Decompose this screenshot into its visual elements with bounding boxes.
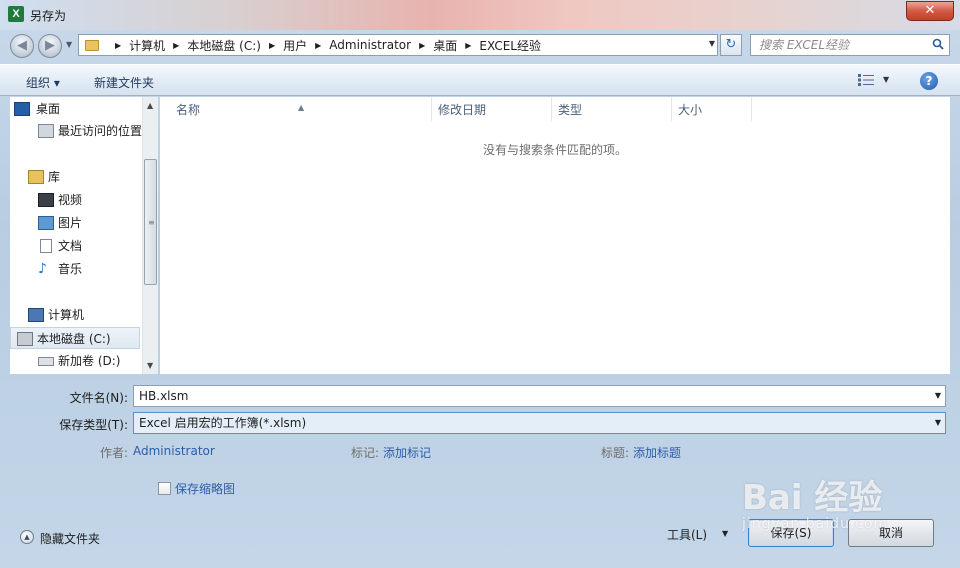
nav-item-pictures[interactable]: 图片 — [38, 212, 83, 234]
hide-folders-button[interactable]: 隐藏文件夹 — [40, 530, 100, 547]
breadcrumb-desktop[interactable]: 桌面 — [433, 37, 457, 54]
nav-item-music[interactable]: ♪ 音乐 — [38, 258, 83, 280]
view-options-icon[interactable] — [858, 74, 874, 86]
video-icon — [38, 193, 54, 207]
tools-button[interactable]: 工具(L) — [667, 526, 707, 543]
breadcrumb-users[interactable]: 用户 — [283, 37, 307, 54]
nav-item-label: 文档 — [58, 239, 83, 253]
filename-input[interactable]: HB.xlsm ▼ — [133, 385, 946, 407]
refresh-button[interactable]: ↻ — [720, 34, 742, 56]
grip-icon: ≡ — [148, 218, 155, 227]
chevron-right-icon[interactable]: ▶ — [315, 41, 321, 50]
nav-item-drive-d[interactable]: 新加卷 (D:) — [38, 350, 121, 372]
nav-item-label: 视频 — [58, 193, 83, 207]
chevron-right-icon[interactable]: ▶ — [115, 41, 121, 50]
nav-item-documents[interactable]: 文档 — [40, 235, 83, 257]
desktop-icon — [14, 102, 30, 116]
address-bar[interactable]: ▶ 计算机 ▶ 本地磁盘 (C:) ▶ 用户 ▶ Administrator ▶… — [78, 34, 718, 56]
help-icon[interactable]: ? — [920, 72, 938, 90]
nav-scrollbar[interactable]: ▲ ≡ ▼ — [142, 97, 158, 374]
drive-icon — [38, 357, 54, 366]
breadcrumb-computer[interactable]: 计算机 — [129, 37, 165, 54]
command-bar: 组织 ▾ 新建文件夹 ▼ ? — [0, 64, 960, 96]
breadcrumb-administrator[interactable]: Administrator — [329, 38, 411, 52]
search-icon[interactable] — [932, 38, 944, 50]
music-icon: ♪ — [38, 261, 47, 277]
nav-item-label: 新加卷 (D:) — [58, 354, 121, 368]
search-input[interactable]: 搜索 EXCEL经验 — [750, 34, 950, 56]
pictures-icon — [38, 216, 54, 230]
filetype-value: Excel 启用宏的工作簿(*.xlsm) — [139, 416, 307, 430]
nav-item-computer[interactable]: 计算机 — [28, 304, 85, 326]
chevron-right-icon[interactable]: ▶ — [419, 41, 425, 50]
address-dropdown-icon[interactable]: ▼ — [709, 39, 715, 48]
close-button[interactable]: ✕ — [906, 1, 954, 21]
column-header-name[interactable]: 名称 ▲ — [160, 97, 432, 121]
organize-button[interactable]: 组织 ▾ — [26, 74, 60, 91]
forward-button[interactable]: ▶ — [38, 34, 62, 58]
nav-item-label: 桌面 — [36, 102, 61, 116]
nav-item-label: 图片 — [58, 216, 83, 230]
nav-item-drive-c[interactable]: 本地磁盘 (C:) — [10, 327, 140, 349]
recent-pages-dropdown-icon[interactable]: ▼ — [66, 40, 72, 49]
filename-value: HB.xlsm — [139, 389, 189, 403]
recent-places-icon — [38, 124, 54, 138]
folder-icon — [85, 39, 99, 51]
documents-icon — [40, 239, 52, 253]
nav-item-label: 本地磁盘 (C:) — [37, 332, 111, 346]
title-label: 标题: — [601, 446, 630, 460]
sort-ascending-icon: ▲ — [298, 103, 305, 112]
filetype-label: 保存类型(T): — [59, 418, 128, 432]
column-header-label: 名称 — [176, 103, 201, 117]
scroll-up-icon[interactable]: ▲ — [147, 101, 153, 110]
save-thumbnail-checkbox[interactable] — [158, 482, 171, 495]
title-link[interactable]: 添加标题 — [633, 444, 681, 461]
save-thumbnail-label[interactable]: 保存缩略图 — [175, 480, 235, 497]
file-list[interactable]: 名称 ▲ 修改日期 类型 大小 没有与搜索条件匹配的项。 — [160, 97, 950, 374]
cancel-button[interactable]: 取消 — [848, 519, 934, 547]
nav-item-recent[interactable]: 最近访问的位置 — [38, 120, 143, 142]
tags-label: 标记: — [351, 446, 380, 460]
chevron-right-icon[interactable]: ▶ — [269, 41, 275, 50]
nav-item-label: 库 — [48, 170, 61, 184]
drive-icon — [17, 332, 33, 346]
filename-label: 文件名(N): — [69, 391, 128, 405]
nav-item-label: 计算机 — [48, 308, 85, 322]
navigation-pane: 桌面 最近访问的位置 库 视频 图片 文档 ♪ 音乐 计算机 本地磁盘 (C:)… — [10, 97, 157, 374]
nav-item-label: 最近访问的位置 — [58, 124, 143, 138]
author-label: 作者: — [100, 446, 129, 460]
window-title: 另存为 — [30, 9, 67, 23]
title-bar: X 另存为 ✕ — [0, 0, 960, 30]
tags-link[interactable]: 添加标记 — [383, 444, 431, 461]
library-icon — [28, 170, 44, 184]
nav-item-desktop[interactable]: 桌面 — [14, 98, 61, 120]
save-button[interactable]: 保存(S) — [748, 519, 834, 547]
new-folder-button[interactable]: 新建文件夹 — [94, 74, 154, 91]
computer-icon — [28, 308, 44, 322]
author-link[interactable]: Administrator — [133, 444, 215, 458]
chevron-down-icon[interactable]: ▼ — [935, 386, 941, 406]
chevron-down-icon[interactable]: ▼ — [935, 413, 941, 433]
nav-item-videos[interactable]: 视频 — [38, 189, 83, 211]
column-header-size[interactable]: 大小 — [662, 97, 752, 121]
column-header-modified[interactable]: 修改日期 — [422, 97, 552, 121]
tools-dropdown-icon[interactable]: ▼ — [722, 529, 728, 538]
empty-message: 没有与搜索条件匹配的项。 — [482, 143, 627, 157]
scroll-thumb[interactable]: ≡ — [144, 159, 157, 285]
breadcrumb-excel[interactable]: EXCEL经验 — [479, 37, 541, 54]
breadcrumb-drive-c[interactable]: 本地磁盘 (C:) — [187, 37, 261, 54]
collapse-icon[interactable]: ▲ — [20, 530, 34, 544]
filetype-select[interactable]: Excel 启用宏的工作簿(*.xlsm) ▼ — [133, 412, 946, 434]
view-dropdown-icon[interactable]: ▼ — [883, 75, 889, 84]
back-button[interactable]: ◀ — [10, 34, 34, 58]
nav-item-label: 音乐 — [58, 262, 83, 276]
column-header-type[interactable]: 类型 — [542, 97, 672, 121]
chevron-right-icon[interactable]: ▶ — [465, 41, 471, 50]
chevron-right-icon[interactable]: ▶ — [173, 41, 179, 50]
watermark-brand: Bai 经验 — [742, 478, 883, 518]
scroll-down-icon[interactable]: ▼ — [147, 361, 153, 370]
excel-icon: X — [8, 6, 24, 22]
nav-item-libraries[interactable]: 库 — [28, 166, 61, 188]
